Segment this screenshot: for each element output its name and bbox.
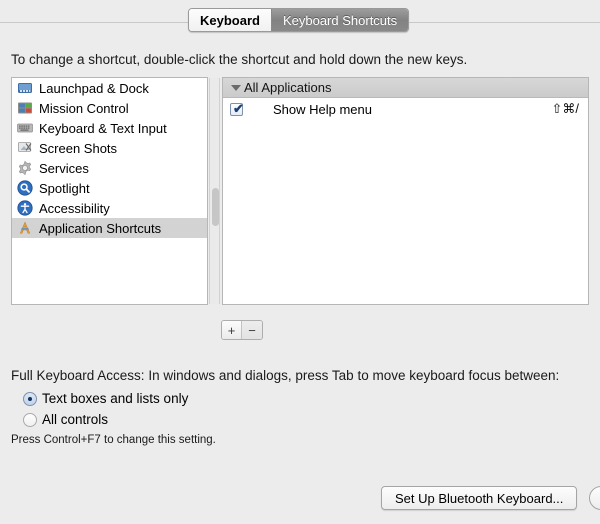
shortcut-name[interactable]: Show Help menu <box>273 102 551 117</box>
sidebar-item-mission-control[interactable]: Mission Control <box>12 98 207 118</box>
sidebar-item-keyboard-text-input[interactable]: Keyboard & Text Input <box>12 118 207 138</box>
sidebar-item-label: Spotlight <box>39 180 90 196</box>
sidebar-item-label: Services <box>39 160 89 176</box>
shortcut-enabled-checkbox[interactable]: ✔ <box>230 100 244 116</box>
screen-shots-icon <box>17 140 33 156</box>
keyboard-text-input-icon <box>17 120 33 136</box>
radio-label: All controls <box>42 412 109 427</box>
tab-group: Keyboard Keyboard Shortcuts <box>188 8 410 32</box>
sidebar-item-label: Mission Control <box>39 100 129 116</box>
sidebar-scrollbar-thumb[interactable] <box>212 188 219 226</box>
sidebar-item-launchpad-dock[interactable]: Launchpad & Dock <box>12 78 207 98</box>
shortcuts-list[interactable]: All Applications ✔ Show Help menu ⇧⌘/ <box>222 77 589 305</box>
radio-text-boxes-and-lists-only[interactable]: Text boxes and lists only <box>23 391 188 406</box>
sidebar-item-label: Keyboard & Text Input <box>39 120 167 136</box>
tab-keyboard-label: Keyboard <box>200 12 260 28</box>
add-remove-button-group: + − <box>221 320 263 340</box>
checkmark-icon: ✔ <box>233 100 244 116</box>
sidebar-scrollbar[interactable] <box>209 78 220 304</box>
shortcut-group-label: All Applications <box>244 80 332 95</box>
application-shortcuts-icon <box>17 220 33 236</box>
sidebar-item-spotlight[interactable]: Spotlight <box>12 178 207 198</box>
services-gear-icon <box>17 160 33 176</box>
shortcut-keys[interactable]: ⇧⌘/ <box>551 101 579 117</box>
radio-all-controls[interactable]: All controls <box>23 412 108 427</box>
sidebar-item-label: Accessibility <box>39 200 110 216</box>
full-keyboard-access-hint: Press Control+F7 to change this setting. <box>11 434 216 446</box>
shortcut-category-list[interactable]: Launchpad & Dock Mission Control Keyboar… <box>11 77 208 305</box>
accessibility-icon <box>17 200 33 216</box>
launchpad-dock-icon <box>17 80 33 96</box>
set-up-bluetooth-keyboard-button[interactable]: Set Up Bluetooth Keyboard... <box>381 486 578 510</box>
remove-shortcut-button[interactable]: − <box>242 321 262 339</box>
instruction-text: To change a shortcut, double-click the s… <box>11 52 468 67</box>
sidebar-item-services[interactable]: Services <box>12 158 207 178</box>
shortcut-row[interactable]: ✔ Show Help menu ⇧⌘/ <box>223 98 588 120</box>
chevron-down-icon[interactable] <box>231 84 241 91</box>
add-shortcut-button[interactable]: + <box>222 321 242 339</box>
tab-keyboard[interactable]: Keyboard <box>189 9 271 31</box>
sidebar-item-label: Screen Shots <box>39 140 118 156</box>
sidebar-item-screen-shots[interactable]: Screen Shots <box>12 138 207 158</box>
radio-label: Text boxes and lists only <box>42 391 189 406</box>
sidebar-item-label: Launchpad & Dock <box>39 80 149 96</box>
tab-bar: Keyboard Keyboard Shortcuts <box>0 0 600 33</box>
sidebar-item-accessibility[interactable]: Accessibility <box>12 198 207 218</box>
spotlight-icon <box>17 180 33 196</box>
tab-keyboard-shortcuts[interactable]: Keyboard Shortcuts <box>270 9 409 31</box>
shortcut-group-header[interactable]: All Applications <box>223 78 588 98</box>
sidebar-item-application-shortcuts[interactable]: Application Shortcuts <box>12 218 207 238</box>
mission-control-icon <box>17 100 33 116</box>
radio-button-unselected-icon[interactable] <box>23 412 37 427</box>
radio-button-selected-icon[interactable] <box>23 391 37 406</box>
full-keyboard-access-title: Full Keyboard Access: In windows and dia… <box>11 368 560 383</box>
tab-keyboard-shortcuts-label: Keyboard Shortcuts <box>282 12 398 28</box>
help-button[interactable] <box>589 486 600 510</box>
sidebar-item-label: Application Shortcuts <box>39 220 162 236</box>
